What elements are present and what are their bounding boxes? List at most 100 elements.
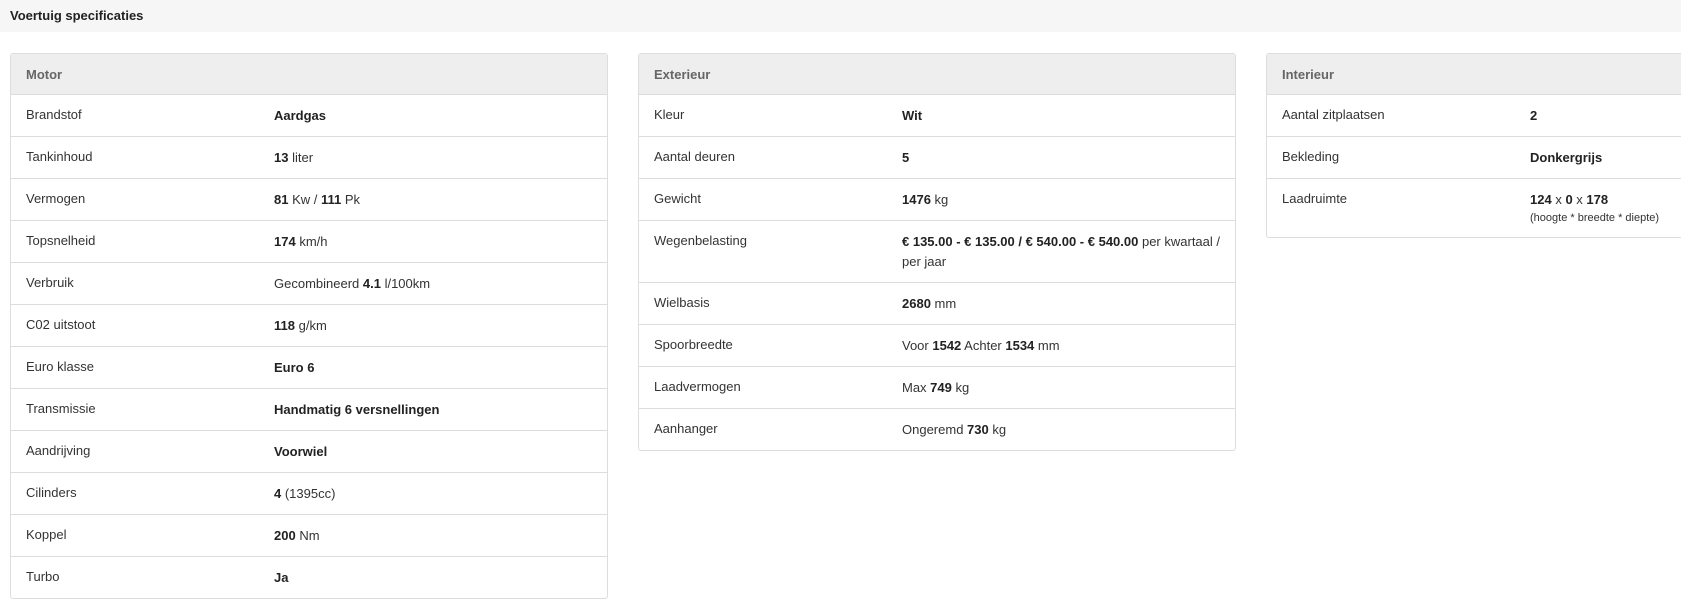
spec-value: 1476 kg [902,190,1235,210]
spec-label: Euro klasse [26,359,94,374]
spec-label: Kleur [654,107,685,122]
spec-label: Spoorbreedte [654,337,733,352]
spec-row: Laadvermogen Max 749 kg [639,367,1235,409]
spec-value-text: km/h [295,234,328,249]
spec-value-text: Kw / [288,192,321,207]
spec-value-strong: 118 [274,318,295,333]
spec-value-strong: Donkergrijs [1530,150,1603,165]
spec-value-strong: Wit [902,108,923,123]
spec-label: Koppel [26,527,67,542]
spec-value-text: x [1551,192,1566,207]
spec-value-strong: 730 [967,422,989,437]
motor-spec-list: Brandstof Aardgas Tankinhoud 13 liter Vermog… [11,95,607,598]
spec-value-strong: 111 [320,192,342,207]
spec-row: Spoorbreedte Voor 1542 Achter 1534 mm [639,325,1235,367]
spec-value-note: (hoogte * breedte * diepte) [1530,212,1660,224]
exterieur-spec-list: Kleur Wit Aantal deuren 5 Gewicht 1476 kg Wege… [639,95,1235,450]
spec-value-strong: 1476 [902,192,931,207]
spec-row: Gewicht 1476 kg [639,179,1235,221]
spec-row: Wegenbelasting € 135.00 - € 135.00 / € 54… [639,221,1235,283]
interieur-panel-title: Interieur [1267,54,1681,95]
spec-value: Gecombineerd 4.1 l/100km [274,274,607,294]
spec-label: Cilinders [26,485,77,500]
spec-value-strong: 1542 [932,338,962,353]
spec-row: Euro klasse Euro 6 [11,347,607,389]
spec-label: Brandstof [26,107,82,122]
spec-value-strong: 200 [274,528,296,543]
spec-label: Laadruimte [1282,191,1348,206]
spec-value: Handmatig 6 versnellingen [274,400,607,420]
spec-value-text: g/km [294,318,327,333]
interieur-spec-list: Aantal zitplaatsen 2 Bekleding Donkergrijs L… [1267,95,1681,237]
exterieur-panel-title: Exterieur [639,54,1235,95]
spec-value: 200 Nm [274,526,607,546]
spec-value-strong: 749 [930,380,952,395]
spec-label: Bekleding [1282,149,1340,164]
spec-label: Wegenbelasting [654,233,747,248]
spec-value-strong: Euro 6 [274,360,315,375]
spec-value: 81 Kw / 111 Pk [274,190,607,210]
spec-value: Donkergrijs [1530,148,1681,168]
spec-row: Aanhanger Ongeremd 730 kg [639,409,1235,450]
spec-value: Voor 1542 Achter 1534 mm [902,336,1235,356]
spec-row: Laadruimte 124 x 0 x 178 (hoogte * breedte… [1267,179,1681,237]
spec-value-text: Ongeremd [902,422,968,437]
spec-value-strong: 13 [274,150,289,165]
spec-value-text: Nm [295,528,320,543]
spec-label: Wielbasis [654,295,710,310]
spec-value: Ja [274,568,607,588]
spec-value-strong: 1534 [1005,338,1035,353]
spec-label: Transmissie [26,401,96,416]
spec-row: Topsnelheid 174 km/h [11,221,607,263]
spec-row: Kleur Wit [639,95,1235,137]
page-title: Voertuig specificaties [10,8,144,23]
spec-value-strong: 2 [1530,108,1538,123]
spec-value-text: Max [902,380,931,395]
spec-value: 2680 mm [902,294,1235,314]
spec-value: Wit [902,106,1235,126]
spec-value-text: Achter [961,338,1006,353]
spec-value-strong: 5 [902,150,910,165]
spec-row: Brandstof Aardgas [11,95,607,137]
spec-value-strong: Aardgas [274,108,327,123]
spec-value: 2 [1530,106,1681,126]
spec-label: C02 uitstoot [26,317,96,332]
spec-value-text: l/100km [380,276,431,291]
interieur-panel: Interieur Aantal zitplaatsen 2 Bekleding Do… [1266,53,1681,238]
spec-row: Vermogen 81 Kw / 111 Pk [11,179,607,221]
spec-value-text: Gecombineerd [274,276,363,291]
spec-value: 124 x 0 x 178 (hoogte * breedte * diepte) [1530,190,1681,227]
spec-value: 174 km/h [274,232,607,252]
spec-value-strong: Handmatig 6 versnellingen [274,402,440,417]
spec-row: Cilinders 4 (1395cc) [11,473,607,515]
motor-panel-title: Motor [11,54,607,95]
spec-value: 13 liter [274,148,607,168]
spec-value: Max 749 kg [902,378,1235,398]
spec-row: C02 uitstoot 118 g/km [11,305,607,347]
spec-row: Wielbasis 2680 mm [639,283,1235,325]
spec-value-text: (1395cc) [281,486,336,501]
spec-value: Euro 6 [274,358,607,378]
spec-value-strong: 124 [1530,192,1552,207]
spec-value: Voorwiel [274,442,607,462]
spec-label: Aantal zitplaatsen [1282,107,1385,122]
spec-label: Vermogen [26,191,86,206]
spec-label: Tankinhoud [26,149,93,164]
spec-value-text: Pk [341,192,361,207]
spec-row: Verbruik Gecombineerd 4.1 l/100km [11,263,607,305]
spec-value-text: liter [288,150,314,165]
spec-label: Aanhanger [654,421,718,436]
exterieur-panel: Exterieur Kleur Wit Aantal deuren 5 Gewicht 1… [638,53,1236,451]
spec-row: Koppel 200 Nm [11,515,607,557]
spec-row: Tankinhoud 13 liter [11,137,607,179]
spec-label: Gewicht [654,191,701,206]
spec-row: Bekleding Donkergrijs [1267,137,1681,179]
spec-value-strong: 178 [1586,192,1609,207]
spec-value-text: kg [930,192,949,207]
spec-row: Transmissie Handmatig 6 versnellingen [11,389,607,431]
spec-value-strong: Voorwiel [274,444,328,459]
motor-panel: Motor Brandstof Aardgas Tankinhoud 13 liter… [10,53,608,599]
spec-value-strong: 0 [1565,192,1573,207]
spec-label: Verbruik [26,275,74,290]
spec-value-text: kg [951,380,970,395]
